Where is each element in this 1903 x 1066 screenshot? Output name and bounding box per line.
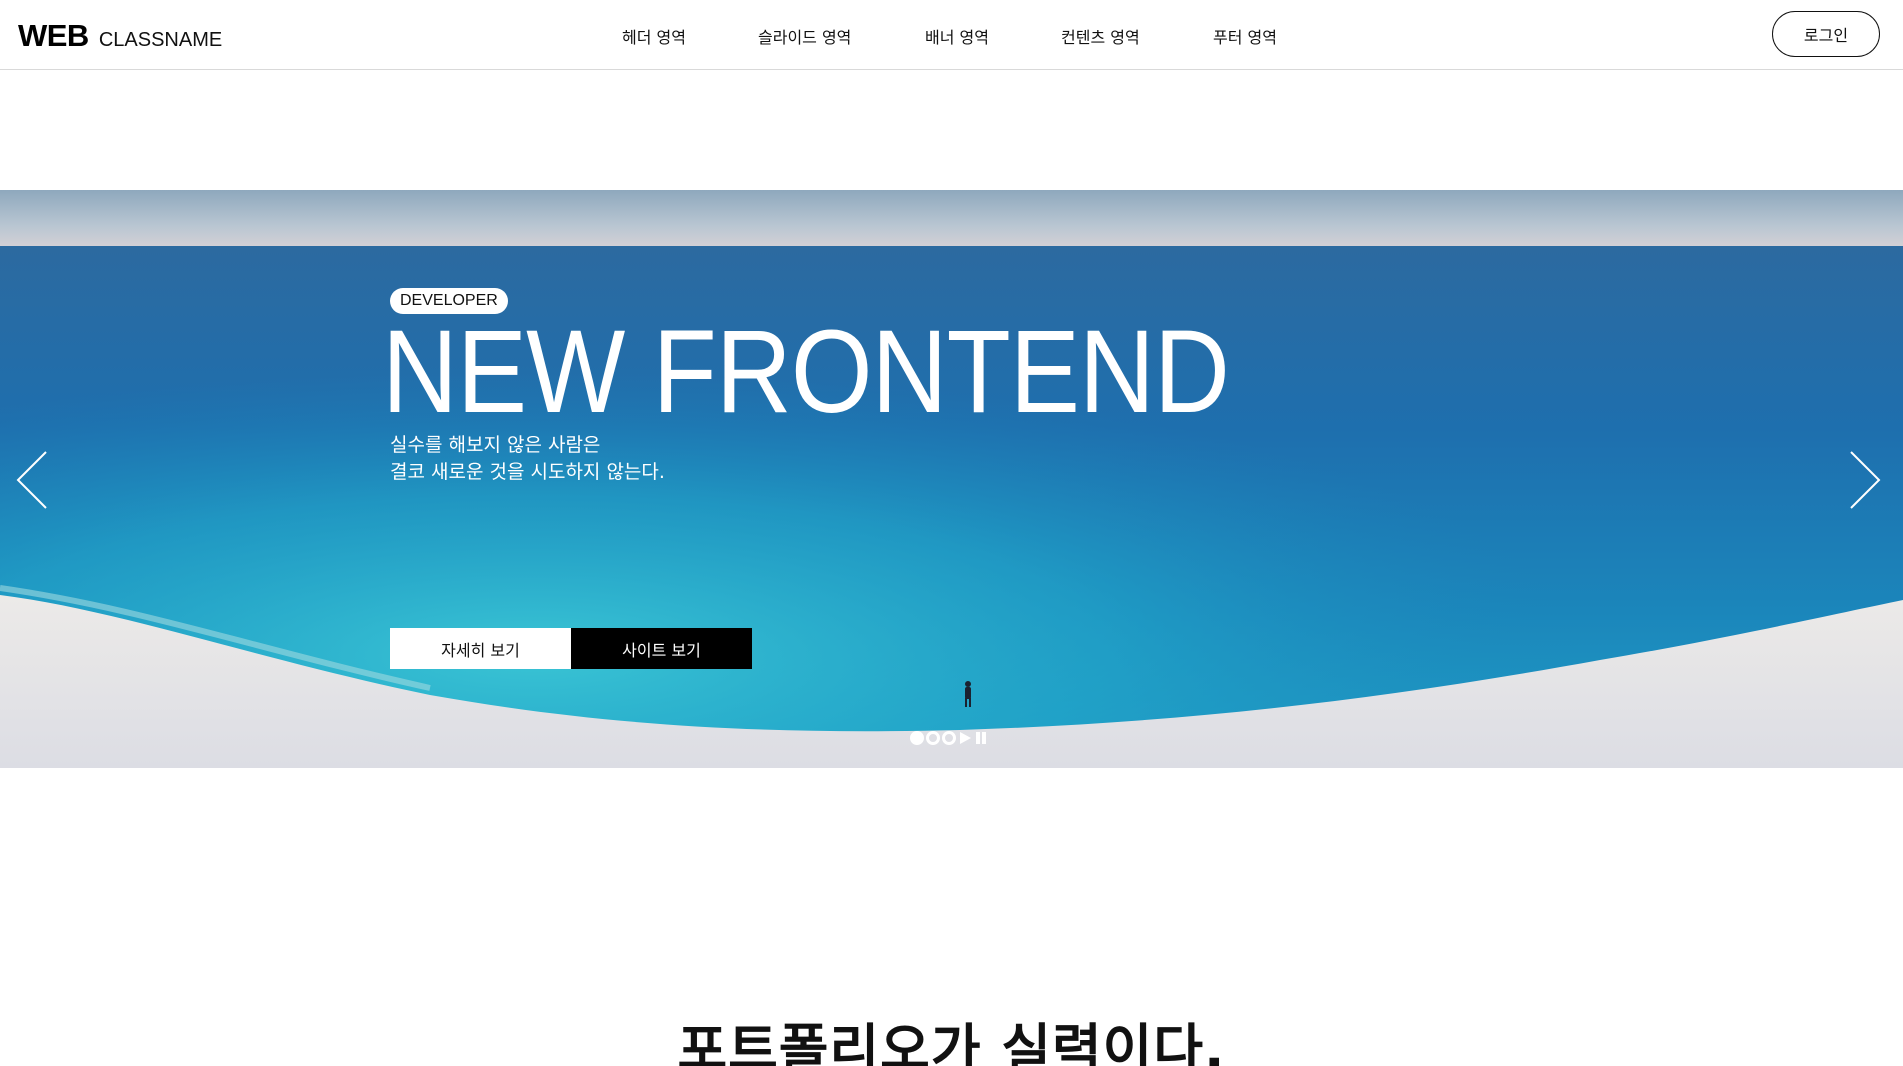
slider-prev-button[interactable]: [14, 450, 54, 510]
nav-item-footer[interactable]: 푸터 영역: [1213, 24, 1277, 48]
pagination-dot-3[interactable]: [942, 731, 956, 745]
pause-icon[interactable]: [974, 731, 988, 745]
pagination-dot-1[interactable]: [910, 731, 924, 745]
slide-description-line-2: 결코 새로운 것을 시도하지 않는다.: [390, 461, 665, 483]
nav-item-banner[interactable]: 배너 영역: [925, 24, 989, 48]
section-title: 포트폴리오가 실력이다.: [677, 1018, 1226, 1066]
slide-description: 실수를 해보지 않은 사람은 결코 새로운 것을 시도하지 않는다.: [390, 432, 665, 486]
nav-item-slide[interactable]: 슬라이드 영역: [758, 24, 851, 48]
detail-button[interactable]: 자세히 보기: [390, 628, 571, 669]
slider-pagination: [910, 731, 988, 745]
main-nav: 헤더 영역 슬라이드 영역 배너 영역 컨텐츠 영역 푸터 영역: [0, 0, 1903, 70]
slider-next-button[interactable]: [1845, 450, 1885, 510]
chevron-right-icon: [1850, 451, 1881, 509]
nav-item-contents[interactable]: 컨텐츠 영역: [1061, 24, 1140, 48]
login-button[interactable]: 로그인: [1772, 11, 1880, 57]
main-slider: DEVELOPER NEW FRONTEND 실수를 해보지 않은 사람은 결코…: [0, 190, 1903, 768]
site-header: WEB CLASSNAME 헤더 영역 슬라이드 영역 배너 영역 컨텐츠 영역…: [0, 0, 1903, 70]
slide-description-line-1: 실수를 해보지 않은 사람은: [390, 434, 601, 456]
pagination-dot-2[interactable]: [926, 731, 940, 745]
play-icon[interactable]: [958, 731, 972, 745]
site-button[interactable]: 사이트 보기: [571, 628, 752, 669]
chevron-left-icon: [16, 451, 47, 509]
slide-headline: NEW FRONTEND: [382, 306, 1230, 438]
nav-item-header[interactable]: 헤더 영역: [622, 24, 686, 48]
slide-background-image: [0, 190, 1903, 768]
